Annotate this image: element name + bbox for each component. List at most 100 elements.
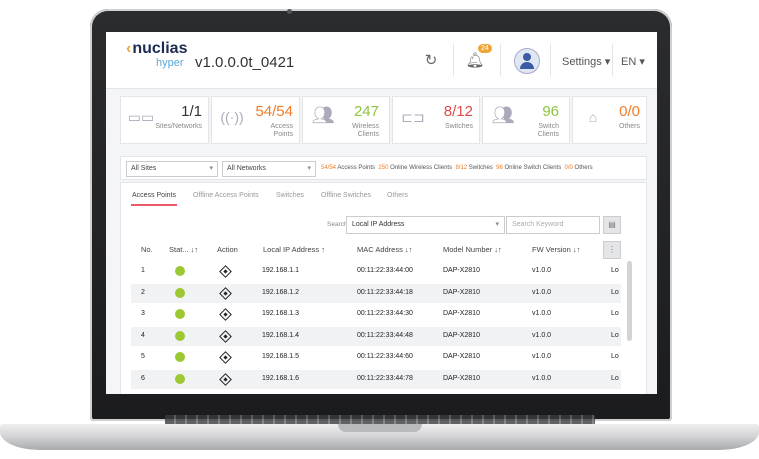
camera <box>287 9 292 14</box>
column-menu-icon[interactable]: ⋮ <box>603 241 621 259</box>
switch-icon: ⊏⊐ <box>401 109 425 125</box>
cell-model: DAP-X2810 <box>443 331 480 339</box>
stat-switches[interactable]: ⊏⊐ 8/12 Switches <box>392 96 480 144</box>
cell-mac: 00:11:22:33:44:30 <box>357 310 413 317</box>
tab-others[interactable]: Others <box>387 192 408 199</box>
search-label: Search <box>327 221 348 228</box>
table-scrollbar[interactable] <box>627 261 632 341</box>
device-panel: Access Points Offline Access Points Swit… <box>120 182 647 394</box>
cell-truncated: Lo <box>611 374 619 382</box>
tab-offline-switches[interactable]: Offline Switches <box>321 192 371 199</box>
tab-offline-access-points[interactable]: Offline Access Points <box>193 192 259 199</box>
cell-no: 2 <box>141 288 145 296</box>
cell-no: 6 <box>141 374 145 382</box>
stat-value: 8/12 <box>443 103 473 120</box>
locate-action-icon[interactable] <box>219 308 232 321</box>
notification-badge: 24 <box>478 44 492 53</box>
filter-bar: All Sites ▾ All Networks ▾ 54/54 Access … <box>120 156 647 180</box>
chevron-down-icon: ▾ <box>209 165 213 172</box>
cell-fw: v1.0.0 <box>532 288 552 296</box>
status-online-icon <box>175 266 185 276</box>
cell-truncated: Lo <box>611 353 619 360</box>
search-field-select[interactable]: Local IP Address ▾ <box>346 216 505 234</box>
col-local-ip[interactable]: Local IP Address ↑ <box>263 245 325 254</box>
network-select[interactable]: All Networks ▾ <box>222 161 316 177</box>
cell-mac: 00:11:22:33:44:60 <box>357 353 413 360</box>
stat-label: Sites/Networks <box>155 123 202 130</box>
table-row[interactable]: 2 192.168.1.2 00:11:22:33:44:18 DAP-X2810 v1… <box>131 283 621 303</box>
status-online-icon <box>175 287 185 298</box>
stat-value: 54/54 <box>255 103 293 120</box>
settings-menu[interactable]: Settings ▾ <box>562 55 610 68</box>
logo-chevron-icon: ‹ <box>126 40 132 57</box>
cell-fw: v1.0.0 <box>532 331 552 339</box>
app-screen: ‹nuclias hyper v1.0.0.0t_0421 ↻ 🔔︎ 24 Se… <box>106 32 657 394</box>
stat-label: Switches <box>444 123 473 130</box>
table-row[interactable]: 3 192.168.1.3 00:11:22:33:44:30 DAP-X2810 v1… <box>131 305 621 324</box>
chevron-down-icon: ▾ <box>307 165 311 172</box>
table-row[interactable]: 4 192.168.1.4 00:11:22:33:44:48 DAP-X2810 v1… <box>131 326 621 346</box>
locate-action-icon[interactable] <box>219 329 232 343</box>
table-row[interactable]: 1 192.168.1.1 00:11:22:33:44:00 DAP-X2810 v1… <box>131 262 621 281</box>
cell-local-ip: 192.168.1.4 <box>262 331 299 339</box>
cell-fw: v1.0.0 <box>532 267 552 274</box>
col-status[interactable]: Stat... ↓↑ <box>169 245 198 254</box>
col-mac[interactable]: MAC Address ↓↑ <box>357 245 412 254</box>
summary-switch-count: 8/12 <box>455 165 468 171</box>
device-icon: ⌂ <box>588 109 598 125</box>
status-online-icon <box>175 352 185 362</box>
refresh-icon[interactable]: ↻ <box>420 50 442 72</box>
col-model[interactable]: Model Number ↓↑ <box>443 245 502 254</box>
cell-model: DAP-X2810 <box>443 267 480 274</box>
search-field-value: Local IP Address <box>352 221 405 228</box>
summary-switch-client-count: 96 <box>496 165 503 171</box>
user-avatar[interactable] <box>514 48 540 74</box>
cell-truncated: Lo <box>611 310 619 317</box>
stat-value: 247 <box>353 103 379 120</box>
site-select[interactable]: All Sites ▾ <box>126 161 218 177</box>
cell-mac: 00:11:22:33:44:00 <box>357 267 413 274</box>
locate-action-icon[interactable] <box>219 372 232 386</box>
export-icon[interactable]: ▤ <box>603 216 621 234</box>
users-icon: 👥︎ <box>491 105 515 125</box>
status-online-icon <box>175 330 185 341</box>
summary-wireless-count: 250 <box>378 165 389 171</box>
stat-label: Access Points <box>270 123 293 138</box>
cell-mac: 00:11:22:33:44:18 <box>357 288 413 296</box>
divider <box>612 44 613 76</box>
table-header: No. Stat... ↓↑ Action Local IP Address ↑… <box>121 238 646 260</box>
locate-action-icon[interactable] <box>219 286 232 300</box>
divider <box>500 44 501 76</box>
cell-local-ip: 192.168.1.1 <box>262 267 299 274</box>
cell-truncated: Lo <box>611 331 619 339</box>
cell-truncated: Lo <box>611 267 619 274</box>
stat-access-points[interactable]: ((·)) 54/54 Access Points <box>211 96 300 144</box>
chevron-down-icon: ▾ <box>495 221 499 228</box>
bell-icon[interactable]: 🔔︎ <box>464 50 486 72</box>
tab-switches[interactable]: Switches <box>276 192 304 199</box>
stat-value: 1/1 <box>181 103 202 120</box>
cell-no: 3 <box>141 310 145 317</box>
cell-fw: v1.0.0 <box>532 353 552 360</box>
col-fw[interactable]: FW Version ↓↑ <box>532 245 580 254</box>
search-input[interactable]: Search Keyword <box>506 216 600 234</box>
stat-switch-clients[interactable]: 👥︎ 96 Switch Clients <box>482 96 570 144</box>
locate-action-icon[interactable] <box>219 351 232 364</box>
language-menu[interactable]: EN ▾ <box>621 55 645 68</box>
stat-sites[interactable]: ▭▭ 1/1 Sites/Networks <box>120 96 209 144</box>
summary-others-label: Others <box>572 165 593 171</box>
tab-access-points[interactable]: Access Points <box>132 192 176 199</box>
table-row[interactable]: 6 192.168.1.6 00:11:22:33:44:78 DAP-X2810 v1… <box>131 369 621 389</box>
stat-label: Wireless Clients <box>352 123 379 138</box>
table-row[interactable]: 5 192.168.1.5 00:11:22:33:44:60 DAP-X2810 v1… <box>131 348 621 367</box>
locate-action-icon[interactable] <box>219 265 232 278</box>
active-tab-indicator <box>131 204 177 206</box>
cell-no: 4 <box>141 331 145 339</box>
col-no[interactable]: No. <box>141 245 153 254</box>
stat-others[interactable]: ⌂ 0/0 Others <box>572 96 647 144</box>
stat-label: Switch Clients <box>537 123 559 138</box>
cell-fw: v1.0.0 <box>532 374 552 382</box>
cell-model: DAP-X2810 <box>443 288 480 296</box>
stat-wireless-clients[interactable]: 👥︎ 247 Wireless Clients <box>302 96 390 144</box>
logo[interactable]: ‹nuclias <box>126 40 187 58</box>
